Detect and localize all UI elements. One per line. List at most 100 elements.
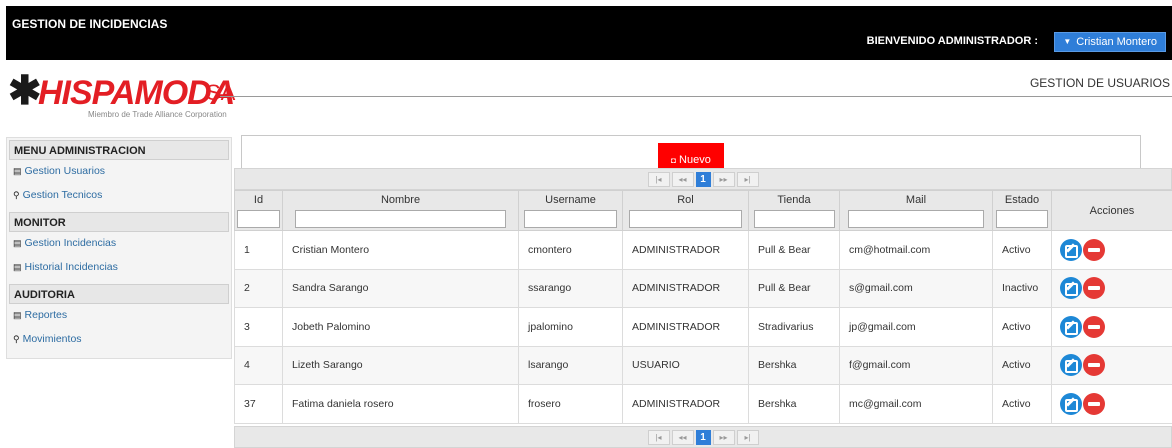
table-cell: Bershka — [748, 384, 840, 424]
divider — [220, 96, 1172, 97]
user-name: Cristian Montero — [1076, 36, 1157, 48]
next-page-button[interactable]: ▸▸ — [712, 172, 735, 187]
prev-page-button[interactable]: ◂◂ — [671, 430, 694, 445]
column-header: Tienda — [748, 190, 840, 231]
page-title: GESTION DE USUARIOS — [1029, 76, 1170, 90]
edit-icon[interactable] — [1060, 277, 1082, 300]
welcome-text: BIENVENIDO ADMINISTRADOR : — [866, 35, 1038, 47]
table-cell: Inactivo — [992, 268, 1052, 308]
table-cell: cm@hotmail.com — [839, 230, 993, 270]
column-header-label: Tienda — [777, 194, 811, 206]
star-icon: ✱ — [8, 69, 42, 113]
column-header: Rol — [622, 190, 749, 231]
next-page-button[interactable]: ▸▸ — [712, 430, 735, 445]
table-cell: Sandra Sarango — [282, 268, 519, 308]
column-filter-input[interactable] — [847, 210, 985, 228]
actions-cell — [1051, 307, 1172, 347]
edit-icon[interactable] — [1060, 392, 1082, 415]
table-cell: ADMINISTRADOR — [622, 384, 749, 424]
sidebar-item[interactable]: ▤ Reportes — [7, 306, 231, 330]
sidebar-item[interactable]: ▤ Gestion Incidencias — [7, 234, 231, 258]
edit-icon[interactable] — [1060, 315, 1082, 338]
table-cell: Stradivarius — [748, 307, 840, 347]
sidebar-item[interactable]: ⚲ Movimientos — [7, 330, 231, 354]
sidebar-menu: MENU ADMINISTRACION ▤ Gestion Usuarios ⚲ Ges… — [6, 137, 232, 359]
table-cell: jp@gmail.com — [839, 307, 993, 347]
company-logo: ✱ HISPAMODA SA Miembro de Trade Alliance… — [8, 71, 236, 128]
top-bar: GESTION DE INCIDENCIAS BIENVENIDO ADMINI… — [6, 6, 1172, 60]
column-header: Acciones — [1051, 190, 1172, 231]
column-header: Estado — [992, 190, 1052, 231]
delete-icon[interactable] — [1083, 315, 1105, 338]
pager-bottom: |◂ ◂◂ 1 ▸▸ ▸| — [234, 426, 1172, 448]
first-page-button[interactable]: |◂ — [647, 172, 670, 187]
column-filter-input[interactable] — [524, 210, 617, 228]
sidebar-item-label: Historial Incidencias — [24, 261, 118, 273]
table-cell: f@gmail.com — [839, 345, 993, 385]
column-header-label: Id — [253, 194, 264, 206]
caret-down-icon: ▼ — [1063, 37, 1072, 46]
table-row: 1 Cristian Montero cmontero ADMINISTRADOR Pu… — [234, 230, 1172, 270]
sidebar-item-label: Gestion Usuarios — [24, 165, 106, 177]
column-header-label: Estado — [1004, 194, 1040, 206]
table-cell: Fatima daniela rosero — [282, 384, 519, 424]
delete-icon[interactable] — [1083, 354, 1105, 377]
table-cell: s@gmail.com — [839, 268, 993, 308]
sidebar-item-label: Gestion Incidencias — [24, 237, 117, 249]
list-icon: ▤ — [13, 166, 22, 176]
table-cell: cmontero — [518, 230, 623, 270]
column-filter-input[interactable] — [294, 210, 507, 228]
column-header-label: Nombre — [380, 194, 421, 206]
page-number-button[interactable]: 1 — [695, 172, 711, 187]
logo-tagline: Miembro de Trade Alliance Corporation — [88, 110, 227, 119]
table-cell: Lizeth Sarango — [282, 345, 519, 385]
actions-cell — [1051, 230, 1172, 270]
page-number-button[interactable]: 1 — [695, 430, 711, 445]
column-header-label: Rol — [677, 194, 694, 206]
table-cell: lsarango — [518, 345, 623, 385]
column-filter-input[interactable] — [237, 210, 280, 228]
users-table: Id Nombre Username Rol Tienda Mail Estado Accio… — [234, 190, 1172, 424]
table-cell: frosero — [518, 384, 623, 424]
table-row: 4 Lizeth Sarango lsarango USUARIO Bershka f@g… — [234, 345, 1172, 385]
first-page-button[interactable]: |◂ — [647, 430, 670, 445]
table-cell: 2 — [234, 268, 283, 308]
table-cell: 3 — [234, 307, 283, 347]
table-cell: ADMINISTRADOR — [622, 230, 749, 270]
edit-icon[interactable] — [1060, 354, 1082, 377]
delete-icon[interactable] — [1083, 277, 1105, 300]
actions-cell — [1051, 345, 1172, 385]
app-title: GESTION DE INCIDENCIAS — [12, 17, 168, 31]
sidebar-item[interactable]: ▤ Historial Incidencias — [7, 258, 231, 282]
prev-page-button[interactable]: ◂◂ — [671, 172, 694, 187]
column-filter-input[interactable] — [753, 210, 835, 228]
column-filter-input[interactable] — [995, 210, 1049, 228]
delete-icon[interactable] — [1083, 238, 1105, 261]
delete-icon[interactable] — [1083, 392, 1105, 415]
table-cell: Cristian Montero — [282, 230, 519, 270]
logo-name: HISPAMODA — [38, 74, 235, 112]
user-menu-button[interactable]: ▼ Cristian Montero — [1054, 32, 1166, 52]
table-cell: ADMINISTRADOR — [622, 268, 749, 308]
last-page-button[interactable]: ▸| — [736, 172, 759, 187]
menu-group-header: AUDITORIA — [9, 284, 229, 304]
logo-suffix: SA — [206, 80, 236, 105]
table-cell: 4 — [234, 345, 283, 385]
sidebar-item[interactable]: ⚲ Gestion Tecnicos — [7, 186, 231, 210]
table-cell: 37 — [234, 384, 283, 424]
pager-top: |◂ ◂◂ 1 ▸▸ ▸| — [234, 168, 1172, 190]
last-page-button[interactable]: ▸| — [736, 430, 759, 445]
search-icon: ⚲ — [13, 334, 20, 344]
menu-group-header: MONITOR — [9, 212, 229, 232]
menu-group-header: MENU ADMINISTRACION — [9, 140, 229, 160]
table-header-row: Id Nombre Username Rol Tienda Mail Estado Accio… — [234, 190, 1172, 231]
table-cell: Jobeth Palomino — [282, 307, 519, 347]
column-header: Username — [518, 190, 623, 231]
table-row: 2 Sandra Sarango ssarango ADMINISTRADOR Pull… — [234, 268, 1172, 308]
table-cell: jpalomino — [518, 307, 623, 347]
sidebar-item[interactable]: ▤ Gestion Usuarios — [7, 162, 231, 186]
table-cell: 1 — [234, 230, 283, 270]
column-filter-input[interactable] — [629, 210, 742, 228]
new-button-label: Nuevo — [679, 154, 711, 166]
edit-icon[interactable] — [1060, 238, 1082, 261]
